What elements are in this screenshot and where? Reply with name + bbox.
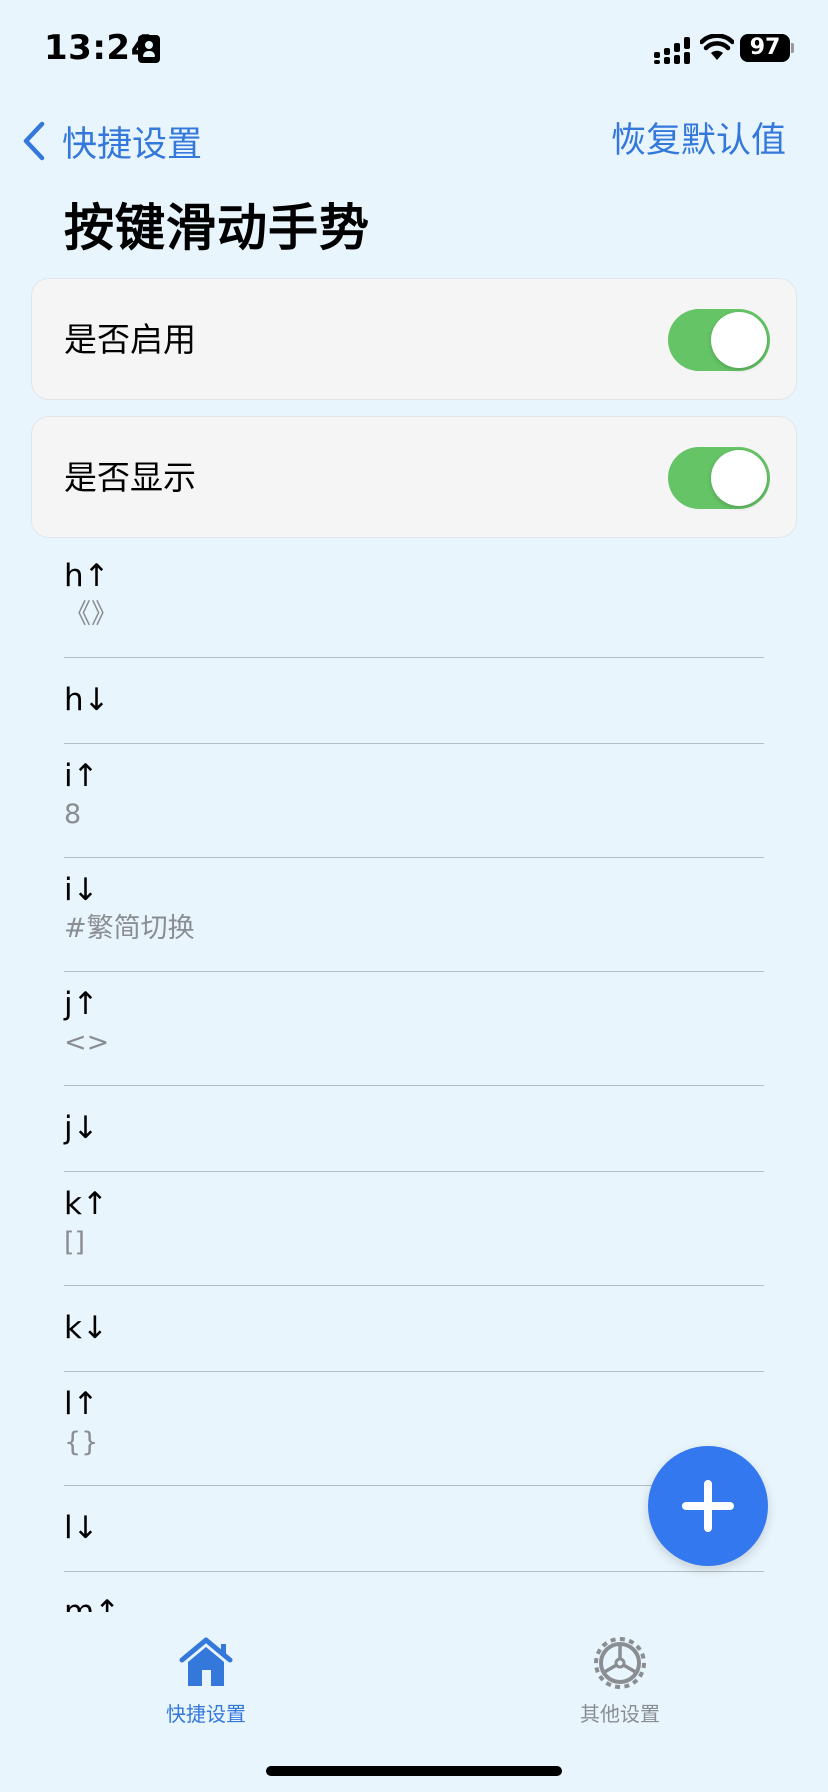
toggle-knob <box>711 450 767 506</box>
gesture-key: k↓ <box>64 1310 108 1346</box>
gesture-key: i↓ <box>64 872 99 908</box>
gesture-key: h↑ <box>64 558 110 594</box>
gear-icon <box>594 1637 646 1689</box>
gesture-key: j↑ <box>64 986 99 1022</box>
gesture-value: 8 <box>64 799 82 830</box>
tab-other-settings[interactable]: 其他设置 <box>520 1636 720 1727</box>
gesture-value: 《》 <box>64 599 118 630</box>
list-item[interactable]: i↑ 8 <box>64 744 764 858</box>
list-item[interactable]: i↓ #繁简切换 <box>64 858 764 972</box>
tab-other-settings-label: 其他设置 <box>580 1702 660 1726</box>
tab-bar: 快捷设置 其他设置 <box>0 1612 828 1792</box>
page-title: 按键滑动手势 <box>64 199 370 257</box>
contact-card-icon <box>138 35 160 63</box>
cellular-signal-icon <box>654 37 690 64</box>
screen: 13:24 97 快捷设置 恢复默认值 按键滑动手势 是否启用 是否显示 h↑ … <box>0 0 828 1792</box>
gesture-value: {} <box>64 1427 99 1458</box>
display-toggle[interactable] <box>668 447 770 509</box>
back-button-label: 快捷设置 <box>62 124 203 165</box>
list-item[interactable]: k↑ [] <box>64 1172 764 1286</box>
list-item[interactable]: j↑ <> <box>64 972 764 1086</box>
gesture-key: j↓ <box>64 1110 99 1146</box>
toggle-knob <box>711 312 767 368</box>
home-indicator <box>266 1766 562 1776</box>
gesture-value: #繁简切换 <box>64 913 195 944</box>
list-item[interactable]: l↑ {} <box>64 1372 764 1486</box>
list-item[interactable]: h↓ <box>64 658 764 744</box>
display-card: 是否显示 <box>31 416 797 538</box>
gesture-key: k↑ <box>64 1186 108 1222</box>
list-item[interactable]: h↑ 《》 <box>64 544 764 658</box>
tab-quick-settings[interactable]: 快捷设置 <box>106 1636 306 1727</box>
enable-card: 是否启用 <box>31 278 797 400</box>
chevron-left-icon <box>23 121 45 161</box>
gesture-key: h↓ <box>64 682 110 718</box>
wifi-icon <box>700 34 734 60</box>
enable-toggle[interactable] <box>668 309 770 371</box>
gesture-value: [] <box>64 1227 86 1258</box>
battery-nub <box>791 43 794 53</box>
status-bar: 13:24 97 <box>0 0 828 100</box>
list-item[interactable]: k↓ <box>64 1286 764 1372</box>
restore-defaults-button[interactable]: 恢复默认值 <box>611 118 786 164</box>
gesture-key: l↑ <box>64 1386 99 1422</box>
list-item[interactable]: j↓ <box>64 1086 764 1172</box>
enable-label: 是否启用 <box>64 320 196 359</box>
battery-icon: 97 <box>740 34 790 62</box>
tab-quick-settings-label: 快捷设置 <box>166 1702 246 1726</box>
home-icon <box>179 1637 233 1686</box>
add-gesture-button[interactable] <box>648 1446 768 1566</box>
gesture-key: i↑ <box>64 758 99 794</box>
gesture-value: <> <box>64 1027 110 1058</box>
display-label: 是否显示 <box>64 458 196 497</box>
back-button[interactable]: 快捷设置 <box>22 118 203 165</box>
